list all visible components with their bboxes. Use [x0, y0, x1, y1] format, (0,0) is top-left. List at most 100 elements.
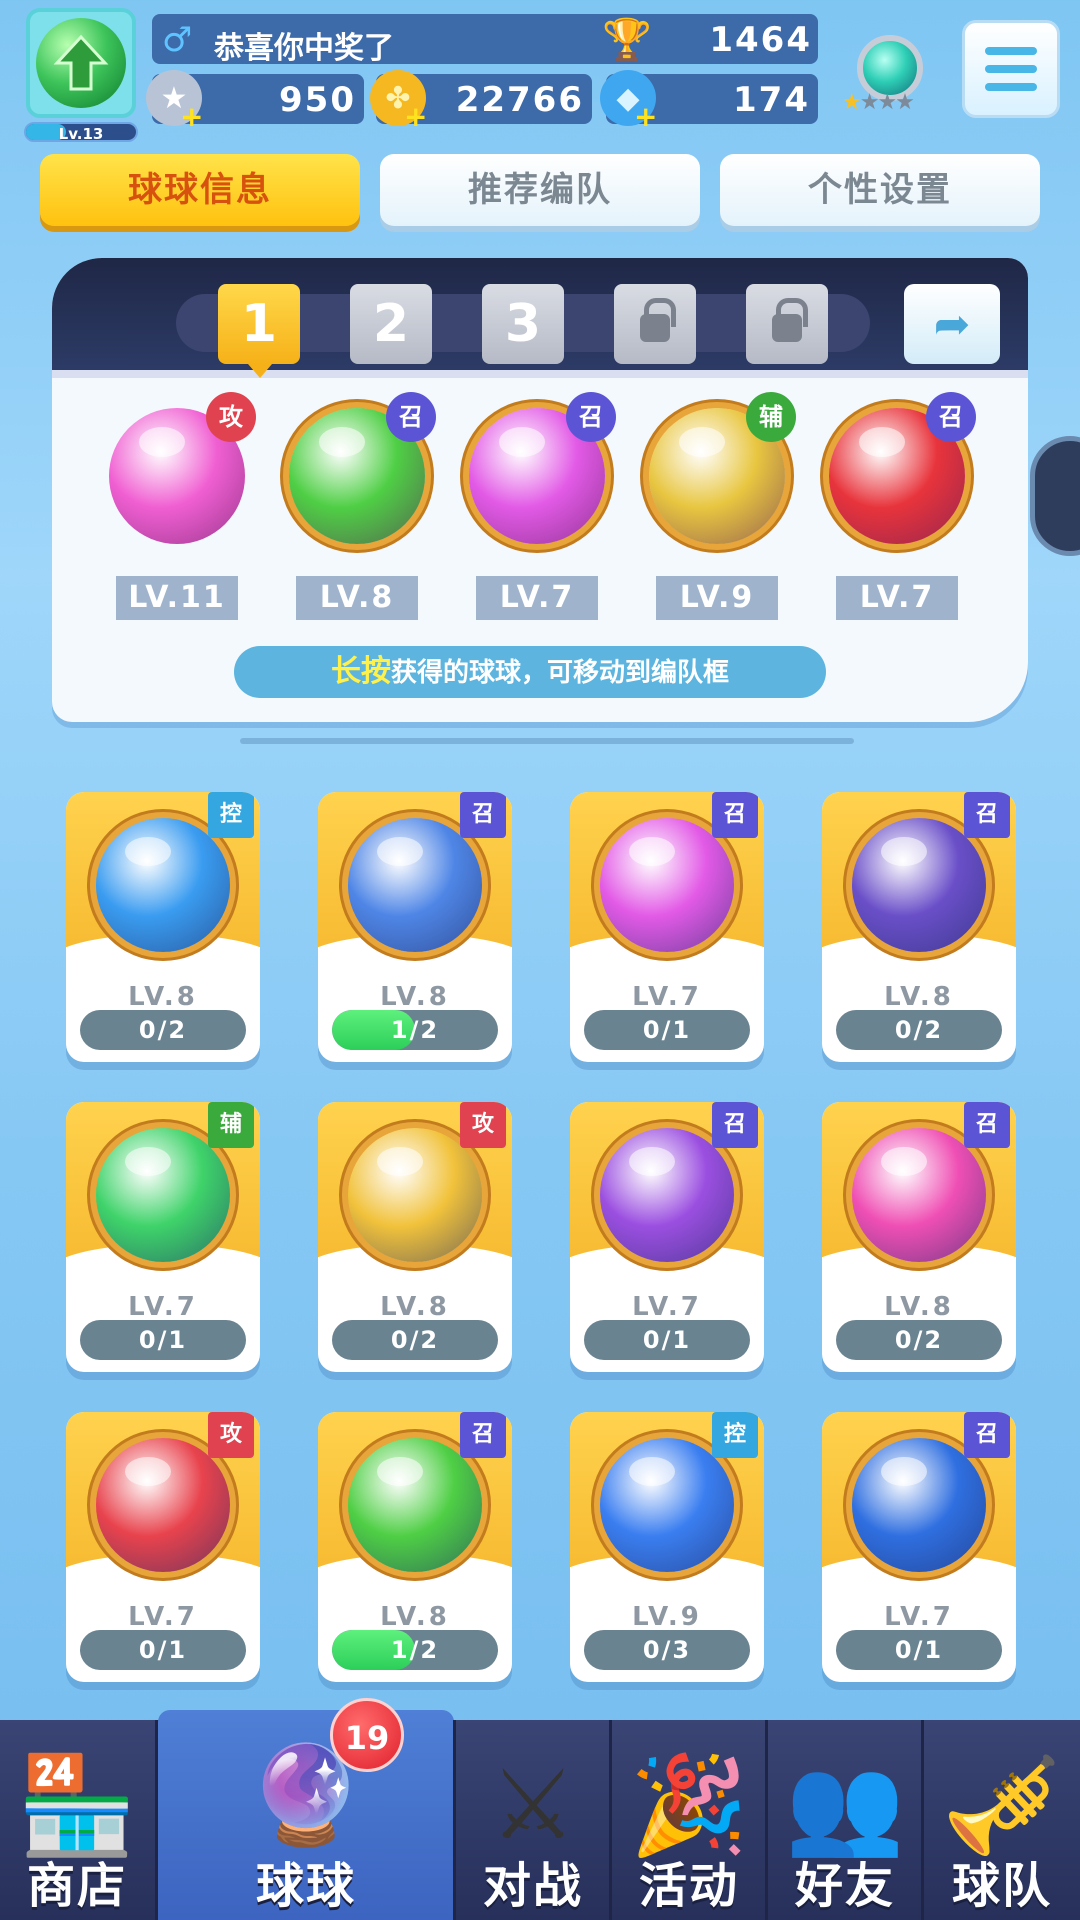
nav-whistle[interactable]: 🎺 球队 [924, 1720, 1080, 1920]
tab-personal-settings[interactable]: 个性设置 [720, 154, 1040, 226]
party-popper-icon: 🎉 [629, 1749, 749, 1861]
team-slot-3[interactable]: 3 [482, 284, 564, 364]
wave-icon [96, 818, 230, 952]
team-ball-2[interactable]: LV.8 召 [282, 392, 436, 620]
ball-level: LV.8 [884, 1292, 954, 1322]
upgrade-progress-bar: 0/2 [836, 1010, 1002, 1050]
team-ball-level: LV.7 [476, 576, 598, 620]
nav-separator [765, 1720, 768, 1920]
player-level: Lv.13 [24, 122, 138, 143]
upgrade-progress-bar: 0/2 [332, 1320, 498, 1360]
nav-label: 球队 [951, 1858, 1052, 1914]
nav-label: 商店 [26, 1858, 127, 1914]
nav-label: 好友 [794, 1858, 895, 1914]
nav-party-popper[interactable]: 🎉 活动 [612, 1720, 766, 1920]
ball-card[interactable]: 攻 LV.7 0/1 [66, 1412, 260, 1682]
upgrade-progress-text: 0/2 [894, 1326, 944, 1354]
nav-separator [921, 1720, 924, 1920]
team-ball-1[interactable]: LV.11 攻 [102, 392, 256, 620]
ball-type-tag: 召 [712, 792, 758, 838]
share-icon: ➦ [933, 298, 971, 350]
divider [240, 738, 854, 744]
nav-separator [155, 1720, 158, 1920]
ball-level: LV.7 [632, 982, 702, 1012]
tab-ball-info[interactable]: 球球信息 [40, 154, 360, 226]
gold-clover-value: 22766 [455, 80, 584, 120]
add-icon[interactable]: + [180, 100, 203, 133]
upgrade-progress-text: 0/2 [390, 1326, 440, 1354]
ball-card[interactable]: 控 LV.8 0/2 [66, 792, 260, 1062]
side-character-peek[interactable] [1030, 436, 1080, 556]
ball-card[interactable]: 召 LV.8 0/2 [822, 792, 1016, 1062]
ghost-icon [852, 818, 986, 952]
ball-card[interactable]: 辅 LV.7 0/1 [66, 1102, 260, 1372]
add-icon[interactable]: + [404, 100, 427, 133]
upgrade-progress-bar: 0/1 [584, 1010, 750, 1050]
team-ball-level: LV.8 [296, 576, 418, 620]
team-ball-4[interactable]: LV.9 辅 [642, 392, 796, 620]
ball-card[interactable]: 控 LV.9 0/3 [570, 1412, 764, 1682]
nav-friends-book[interactable]: 👥 好友 [768, 1720, 922, 1920]
trophy-count: 1464 [709, 20, 812, 60]
team-ball-level: LV.7 [836, 576, 958, 620]
menu-button[interactable] [962, 20, 1060, 118]
diamond-bar[interactable]: ◆ + 174 [600, 70, 818, 133]
ball-card[interactable]: 召 LV.7 0/1 [570, 792, 764, 1062]
whistle-icon: 🎺 [942, 1749, 1062, 1861]
team-slot-1[interactable]: 1 [218, 284, 300, 378]
team-panel: 1 2 3 ➦ LV.11 攻 LV.8 召 LV.7 召 LV.9 辅 LV.7 召 长按获得的… [52, 258, 1028, 722]
ball-type-tag: 辅 [746, 392, 796, 442]
ball-type-tag: 控 [712, 1412, 758, 1458]
ball-type-tag: 召 [712, 1102, 758, 1148]
drag-tip: 长按获得的球球，可移动到编队框 [234, 646, 826, 698]
arrow-up-icon [96, 1128, 230, 1262]
ball-type-tag: 召 [460, 792, 506, 838]
ball-card[interactable]: 召 LV.7 0/1 [570, 1102, 764, 1372]
add-icon[interactable]: + [634, 100, 657, 133]
ball-type-tag: 攻 [460, 1102, 506, 1148]
ball-card[interactable]: 召 LV.8 0/2 [822, 1102, 1016, 1372]
arrow-up-icon [36, 18, 126, 108]
team-slot-4-lock-icon[interactable] [614, 284, 696, 364]
ball-level: LV.7 [128, 1602, 198, 1632]
upgrade-progress-text: 0/1 [642, 1326, 692, 1354]
ball-card[interactable]: 召 LV.7 0/1 [822, 1412, 1016, 1682]
team-ball-3[interactable]: LV.7 召 [462, 392, 616, 620]
nav-crossed-swords[interactable]: ⚔ 对战 [456, 1720, 610, 1920]
ball-card[interactable]: 召 LV.8 1/2 [318, 792, 512, 1062]
nav-separator [609, 1720, 612, 1920]
diamond-value: 174 [733, 80, 810, 120]
nav-shop[interactable]: 🏪 商店 [0, 1720, 154, 1920]
trophy-icon: 🏆 [602, 17, 652, 63]
ball-level: LV.8 [128, 982, 198, 1012]
tab-recommended-team[interactable]: 推荐编队 [380, 154, 700, 226]
team-slot-5-lock-icon[interactable] [746, 284, 828, 364]
ball-level: LV.9 [632, 1602, 702, 1632]
upgrade-progress-text: 0/3 [642, 1636, 692, 1664]
player-info-bar: ♂ 恭喜你中奖了 🏆 1464 [152, 14, 818, 66]
friends-book-icon: 👥 [785, 1749, 905, 1861]
upgrade-progress-bar: 0/1 [80, 1320, 246, 1360]
male-icon: ♂ [162, 20, 193, 60]
player-name: 恭喜你中奖了 [214, 31, 394, 66]
nav-balls[interactable]: 🔮 球球 [158, 1710, 454, 1920]
upgrade-progress-bar: 0/2 [80, 1010, 246, 1050]
tip-highlight: 长按 [330, 654, 391, 689]
ball-card[interactable]: 召 LV.8 1/2 [318, 1412, 512, 1682]
silver-coin-bar[interactable]: ★ + 950 [146, 70, 364, 133]
share-button[interactable]: ➦ [904, 284, 1000, 364]
ball-level: LV.7 [884, 1602, 954, 1632]
team-ball-5[interactable]: LV.7 召 [822, 392, 976, 620]
gold-clover-bar[interactable]: ✤ + 22766 [370, 70, 592, 133]
planet-icon [600, 1128, 734, 1262]
ball-level: LV.8 [380, 982, 450, 1012]
ball-level: LV.8 [884, 982, 954, 1012]
fist-icon [96, 1438, 230, 1572]
shuriken-icon [348, 1128, 482, 1262]
ball-type-tag: 召 [386, 392, 436, 442]
team-slot-2[interactable]: 2 [350, 284, 432, 364]
player-avatar[interactable] [26, 8, 136, 118]
rank-stars: ★★★★ [842, 90, 915, 115]
upgrade-progress-text: 0/1 [642, 1016, 692, 1044]
ball-card[interactable]: 攻 LV.8 0/2 [318, 1102, 512, 1372]
